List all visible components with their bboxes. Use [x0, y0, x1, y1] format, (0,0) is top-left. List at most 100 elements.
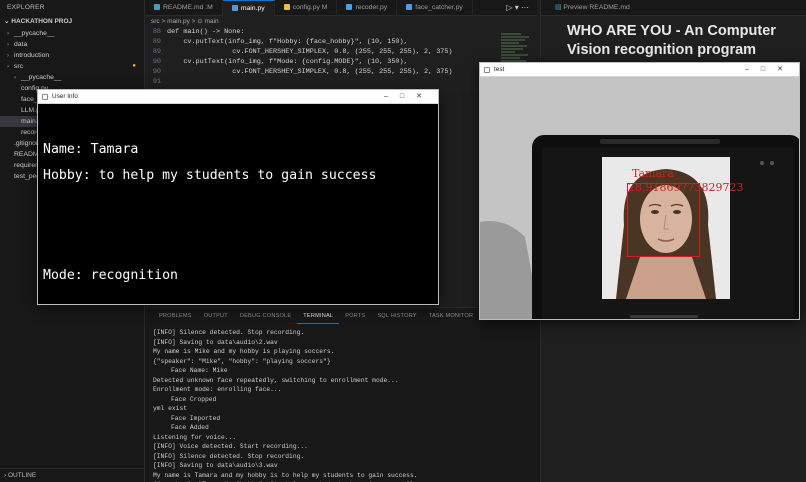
- panel-tab[interactable]: PORTS: [339, 308, 371, 324]
- terminal-line: My name is Tamara and my hobby is to hel…: [153, 471, 418, 479]
- project-name: HACKATHON PROJ: [11, 18, 73, 25]
- editor-tab-label: README.md :M: [163, 4, 213, 11]
- terminal-line: My name is Mike and my hobby is playing …: [153, 348, 335, 355]
- minimize-icon[interactable]: –: [745, 66, 761, 73]
- window-controls: –□✕: [384, 90, 434, 104]
- terminal-line: Face Imported: [171, 414, 221, 422]
- preview-tab[interactable]: ▤ Preview README.md: [541, 0, 806, 16]
- terminal-output[interactable]: [INFO] Silence detected. Stop recording.…: [145, 324, 540, 482]
- editor-tab-label: main.py: [240, 5, 265, 12]
- close-icon[interactable]: ✕: [416, 93, 434, 100]
- code-line: 89 cv.putText(info_img, f"Hobby: {face_h…: [145, 37, 537, 47]
- file-type-icon: [231, 4, 238, 11]
- code-text: cv.putText(info_img, f"Hobby: {face_hobb…: [167, 38, 408, 46]
- line-number: 91: [152, 78, 161, 86]
- line-number: 89: [152, 48, 161, 56]
- code-text: cv.putText(info_img, f"Mode: {config.MOD…: [167, 58, 408, 66]
- line-number: 88: [152, 28, 161, 36]
- user-info-window: User Info –□✕ Name: Tamara Hobby: to hel…: [37, 89, 439, 305]
- panel-tab[interactable]: SQL HISTORY: [371, 308, 422, 324]
- camera-feed: Tamara 28.91869773829723: [480, 77, 799, 319]
- panel-tab[interactable]: TASK MONITOR: [423, 308, 479, 324]
- editor-tabs: README.md :M main.py config.py M recoder.py…: [145, 0, 473, 16]
- terminal-line: [INFO] Voice detected. Start recording..…: [153, 443, 308, 450]
- file-type-icon: [283, 3, 290, 10]
- outline-section[interactable]: › OUTLINE: [0, 468, 145, 482]
- editor-tab[interactable]: main.py: [222, 0, 275, 16]
- app-icon: [484, 67, 490, 73]
- app-icon: [42, 94, 48, 100]
- code-line: 89 cv.FONT_HERSHEY_SIMPLEX, 0.8, (255, 2…: [145, 47, 537, 57]
- editor-actions[interactable]: ▷ ▾ ⋯: [506, 0, 529, 16]
- explorer-title: EXPLORER: [7, 4, 45, 11]
- explorer-project-header[interactable]: ⌄ HACKATHON PROJ: [0, 16, 144, 28]
- bottom-panel: PROBLEMS OUTPUT DEBUG CONSOLE TERMINAL PORTS…: [145, 307, 540, 482]
- user-name-text: Name: Tamara: [43, 142, 139, 157]
- close-icon[interactable]: ✕: [777, 66, 795, 73]
- user-info-title: User Info: [52, 93, 78, 100]
- terminal-line: Face Cropped: [171, 395, 217, 403]
- desktop: EXPLORER ⌄ HACKATHON PROJ › __pycache__ › d…: [0, 0, 806, 482]
- user-info-titlebar[interactable]: User Info –□✕: [38, 90, 438, 104]
- panel-tab[interactable]: DEBUG CONSOLE: [234, 308, 297, 324]
- tree-item[interactable]: › introduction: [0, 50, 144, 61]
- breadcrumb[interactable]: src > main.py > ⊙ main: [145, 16, 537, 27]
- preview-heading: WHO ARE YOU - An Computer Vision recogni…: [567, 23, 776, 58]
- terminal-line: [INFO] Saving to data\audio\2.wav: [153, 338, 278, 346]
- modified-badge: ●: [132, 63, 136, 69]
- tree-item[interactable]: › __pycache__: [0, 28, 144, 39]
- chevron-right-icon: ›: [7, 42, 9, 48]
- editor-tabbar: README.md :M main.py config.py M recoder.py…: [145, 0, 537, 16]
- editor-tab-label: recoder.py: [355, 4, 388, 11]
- code-text: def main() -> None:: [167, 28, 245, 36]
- user-mode-text: Mode: recognition: [43, 268, 178, 283]
- terminal-line: Enrollment mode: enrolling face...: [153, 386, 282, 393]
- tree-item-label: __pycache__: [14, 30, 55, 37]
- panel-tab[interactable]: PROBLEMS: [153, 308, 198, 324]
- camera-window: test –□✕ Tamara 28.91869773829723: [479, 62, 800, 320]
- panel-tab[interactable]: OUTPUT: [198, 308, 234, 324]
- terminal-line: Listening for voice...: [153, 433, 237, 441]
- code-text: cv.FONT_HERSHEY_SIMPLEX, 0.8, (255, 255,…: [167, 48, 453, 56]
- maximize-icon[interactable]: □: [761, 66, 777, 73]
- outline-label: OUTLINE: [7, 472, 37, 479]
- editor-tab[interactable]: README.md :M: [145, 0, 223, 16]
- terminal-line: Face Added: [171, 424, 209, 431]
- tree-item[interactable]: › src ●: [0, 61, 144, 72]
- editor-tab[interactable]: face_catcher.py: [397, 0, 473, 16]
- chevron-right-icon: ›: [7, 31, 9, 37]
- chevron-right-icon: ›: [7, 53, 9, 59]
- window-controls: –□✕: [745, 63, 795, 77]
- tree-item-label: src: [14, 63, 24, 70]
- line-number: 90: [152, 58, 161, 66]
- face-confidence-label: 28.91869773829723: [628, 181, 744, 194]
- editor-tab[interactable]: recoder.py: [337, 0, 398, 16]
- code-line: 88 def main() -> None:: [145, 27, 537, 37]
- line-number: 89: [152, 38, 161, 46]
- terminal-line: {"speaker": "Mike", "hobby": "playing so…: [153, 357, 331, 365]
- maximize-icon[interactable]: □: [400, 93, 416, 100]
- chevron-right-icon: ›: [14, 75, 16, 81]
- code-text: cv.FONT_HERSHEY_SIMPLEX, 0.8, (255, 255,…: [167, 68, 453, 76]
- editor-tab-label: face_catcher.py: [415, 4, 463, 11]
- camera-titlebar[interactable]: test –□✕: [480, 63, 799, 77]
- terminal-line: yml exist: [153, 405, 188, 412]
- preview-tabbar: ▤ Preview README.md: [540, 0, 806, 16]
- camera-title: test: [494, 66, 505, 73]
- file-type-icon: [346, 3, 353, 10]
- editor-tab[interactable]: config.py M: [275, 0, 338, 16]
- terminal-line: Face Name: Mike: [171, 367, 228, 374]
- tree-item[interactable]: › data: [0, 39, 144, 50]
- tree-item-label: __pycache__: [21, 74, 62, 81]
- minimize-icon[interactable]: –: [384, 93, 400, 100]
- terminal-line: [INFO] Silence detected. Stop recording.: [153, 452, 305, 460]
- tree-item-label: introduction: [14, 52, 50, 59]
- face-name-label: Tamara: [632, 167, 674, 180]
- panel-tab[interactable]: TERMINAL: [297, 308, 340, 324]
- file-type-icon: [406, 3, 413, 10]
- terminal-line: [INFO] Silence detected. Stop recording.: [153, 329, 305, 336]
- tree-item[interactable]: › __pycache__: [0, 72, 144, 83]
- terminal-line: [INFO] Saving to data\audio\3.wav: [153, 462, 278, 469]
- terminal-line: Detected unknown face repeatedly, switch…: [153, 376, 399, 384]
- chevron-right-icon: ›: [7, 64, 9, 70]
